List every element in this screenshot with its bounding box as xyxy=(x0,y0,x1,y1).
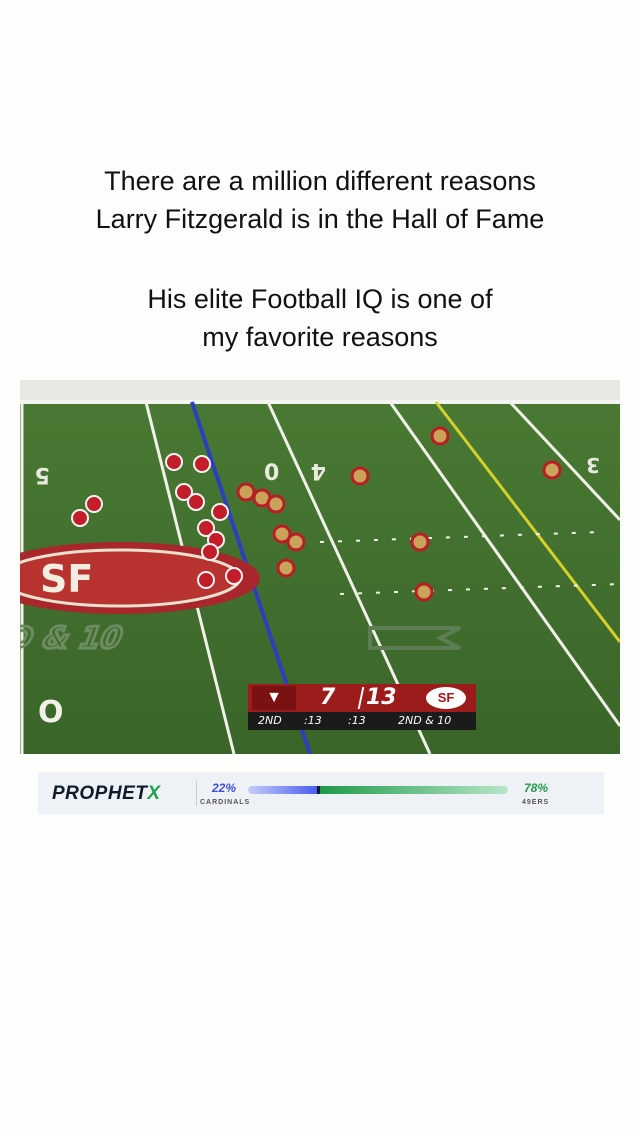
caption-line-3: His elite Football IQ is one of xyxy=(147,284,493,314)
win-probability-bar xyxy=(248,786,508,794)
scorebug: ▼ 7 13 SF 2ND :13 :13 2ND & 10 xyxy=(248,684,476,730)
prophetx-logo: PROPHETX xyxy=(52,783,161,804)
video-frame[interactable]: SF 5 0 4 3 O 2ND & 10 ▼ 7 13 SF 2ND:13 … xyxy=(20,380,620,754)
caption-line-1: There are a million different reasons xyxy=(104,166,536,196)
away-score: 7 xyxy=(320,685,336,710)
caption-line-4: my favorite reasons xyxy=(202,322,438,352)
home-team-name: 49ERS xyxy=(522,799,550,806)
home-probability-fill xyxy=(320,786,508,794)
home-win-pct: 78% xyxy=(524,781,549,795)
prophetx-odds-banner[interactable]: PROPHETX 22% CARDINALS 78% 49ERS xyxy=(38,772,604,814)
banner-divider xyxy=(196,780,197,806)
away-probability-fill xyxy=(248,786,317,794)
score-divider xyxy=(357,687,365,709)
cardinals-logo-icon: ▼ xyxy=(252,686,296,710)
quarter: 2ND xyxy=(258,714,282,727)
away-win-pct: 22% xyxy=(212,781,237,795)
caption-line-2: Larry Fitzgerald is in the Hall of Fame xyxy=(95,204,545,234)
game-clock: :13 xyxy=(304,714,322,727)
home-score: 13 xyxy=(366,685,397,710)
down-and-distance: 2ND & 10 xyxy=(398,714,452,727)
scorebug-top: ▼ 7 13 SF xyxy=(248,684,476,712)
caption-top: There are a million different reasons La… xyxy=(0,162,640,238)
scorebug-bottom: 2ND :13 :13 2ND & 10 xyxy=(248,712,476,730)
caption-bottom: His elite Football IQ is one of my favor… xyxy=(0,280,640,356)
away-team-name: CARDINALS xyxy=(200,799,251,806)
play-clock: :13 xyxy=(348,714,366,727)
49ers-logo-icon: SF xyxy=(426,687,466,709)
